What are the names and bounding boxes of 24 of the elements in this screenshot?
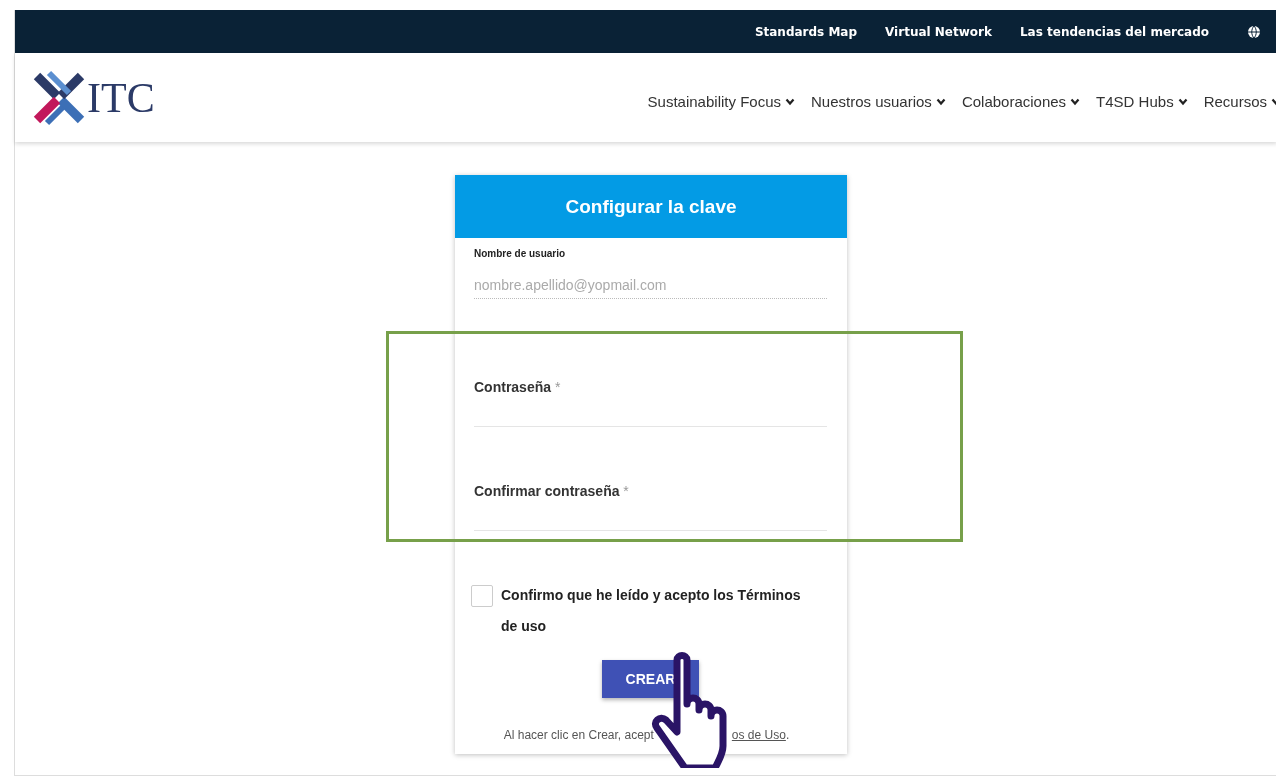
logo-text: ITC: [87, 73, 155, 122]
chevron-down-icon: [1177, 97, 1188, 106]
footnote-text: Al hacer clic en Crear, acept: [503, 728, 654, 742]
top-nav-link[interactable]: Standards Map: [754, 24, 858, 39]
nav-menu-item[interactable]: Sustainability Focus: [647, 93, 795, 110]
top-nav-link[interactable]: Virtual Network: [885, 24, 992, 39]
nav-menu-item[interactable]: T4SD Hubs: [1096, 93, 1188, 110]
nav-menu-item[interactable]: Recursos: [1203, 93, 1276, 110]
chevron-down-icon: [1070, 97, 1081, 106]
terms-link[interactable]: os de Uso: [731, 728, 786, 742]
checkbox[interactable]: [471, 585, 493, 607]
chevron-down-icon: [785, 97, 795, 106]
top-nav-link[interactable]: Las tendencias del mercado: [1019, 24, 1209, 39]
nav-menu-item[interactable]: Nuestros usuarios: [811, 93, 946, 110]
field-label: Nombre de usuario: [474, 248, 567, 259]
itc-logo[interactable]: ITC: [29, 67, 155, 128]
field-label: Contraseña *: [474, 379, 562, 395]
nav-menu-item[interactable]: Colaboraciones: [961, 93, 1081, 110]
terms-label: Confirmo que he leído y acepto los Términos de uso: [501, 586, 802, 636]
globe-icon[interactable]: [1247, 24, 1261, 39]
field-label: Confirmar contraseña *: [474, 483, 630, 499]
footnote-text: .: [785, 728, 790, 742]
chevron-down-icon: [935, 97, 946, 106]
form-title: Configurar la clave: [455, 175, 847, 238]
